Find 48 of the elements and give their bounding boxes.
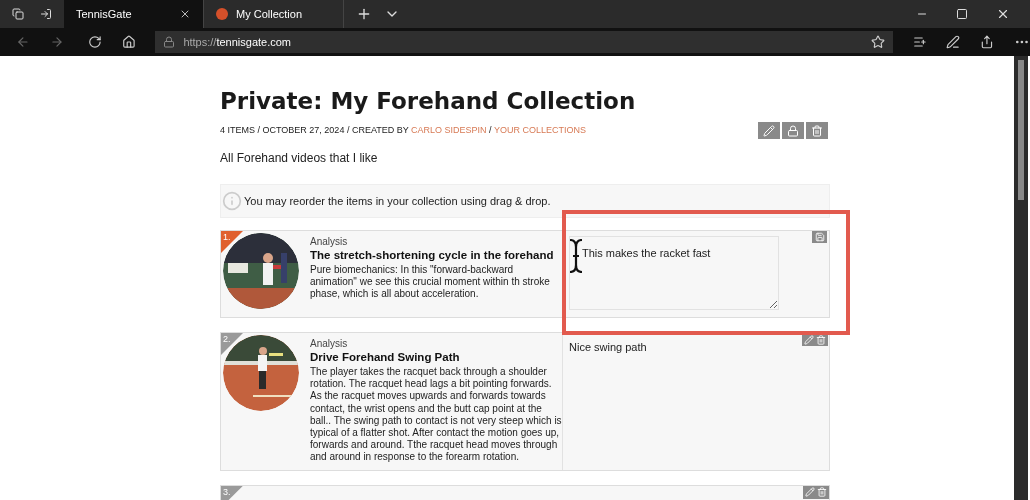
item-category: Analysis xyxy=(310,338,349,350)
site-favicon xyxy=(216,8,228,20)
collection-item[interactable] xyxy=(220,332,830,471)
share-icon[interactable] xyxy=(980,35,995,49)
scrollbar[interactable] xyxy=(1014,56,1028,500)
save-icon xyxy=(814,232,825,242)
item-note: Nice swing path xyxy=(569,340,648,355)
pencil-icon xyxy=(763,124,775,137)
tab-preview-icon[interactable] xyxy=(40,8,52,20)
address-bar[interactable]: https://tennisgate.com xyxy=(155,31,893,53)
edit-button[interactable] xyxy=(758,122,780,139)
info-icon xyxy=(222,191,242,211)
collection-description: All Forehand videos that I like xyxy=(220,150,379,167)
maximize-icon[interactable] xyxy=(956,8,968,20)
forward-icon[interactable] xyxy=(49,35,64,49)
save-button[interactable] xyxy=(812,231,827,243)
item-category: Analysis xyxy=(310,236,349,248)
collection-item[interactable] xyxy=(220,230,830,318)
delete-icon[interactable] xyxy=(817,487,827,498)
note-field[interactable]: This makes the racket fast xyxy=(569,236,779,310)
refresh-icon[interactable] xyxy=(87,35,102,49)
delete-icon[interactable] xyxy=(816,334,826,345)
notice-text: You may reorder the items in your collection using drag & drop. xyxy=(244,193,551,209)
item-number: 3. xyxy=(223,485,231,499)
item-description: Pure biomechanics: In this "forward-backward animation" we see this crucial moment within th stroke phase, which is all about acceleration. xyxy=(310,264,551,301)
item-description: The player takes the racquet back through a shoulder rotation. The racquet head lags a bit pointing forwards. As the racquet moves upwards and forwards towards contact, the wrist opens and the butt cap point at the ball.. The swing path to contact is not very steep which is typical of a flatter shot. After contact the motion goes up, forwards and around. Tthe racquet head moves through and around in response to the forearm rotation. xyxy=(310,366,562,464)
item-title[interactable]: The stretch-shortening cycle in the forehand xyxy=(310,248,562,263)
trash-icon xyxy=(811,124,823,137)
favorites-icon[interactable] xyxy=(912,35,927,49)
home-icon[interactable] xyxy=(121,35,136,49)
lock-icon xyxy=(787,124,799,137)
pen-icon[interactable] xyxy=(946,35,961,49)
text-cursor-icon xyxy=(569,239,583,273)
close-icon[interactable] xyxy=(179,8,191,20)
item-title[interactable]: Drive Forehand Swing Path xyxy=(310,350,562,365)
item-number: 1. xyxy=(223,231,231,244)
post-meta: 4 ITEMS / OCTOBER 27, 2024 / CREATED BY CARLO SIDESPIN / YOUR COLLECTIONS xyxy=(220,123,586,137)
page-title: Private: My Forehand Collection xyxy=(220,87,637,116)
browser-tab[interactable]: TennisGate xyxy=(64,0,204,28)
back-icon[interactable] xyxy=(16,35,30,49)
lock-icon xyxy=(163,36,176,48)
item-number: 2. xyxy=(223,333,231,346)
new-tab-icon[interactable] xyxy=(356,6,372,22)
tabs-aside-icon[interactable] xyxy=(12,8,24,20)
close-icon[interactable] xyxy=(996,7,1010,21)
lock-button[interactable] xyxy=(782,122,804,139)
delete-button[interactable] xyxy=(806,122,828,139)
favorite-star-icon[interactable] xyxy=(870,35,885,49)
